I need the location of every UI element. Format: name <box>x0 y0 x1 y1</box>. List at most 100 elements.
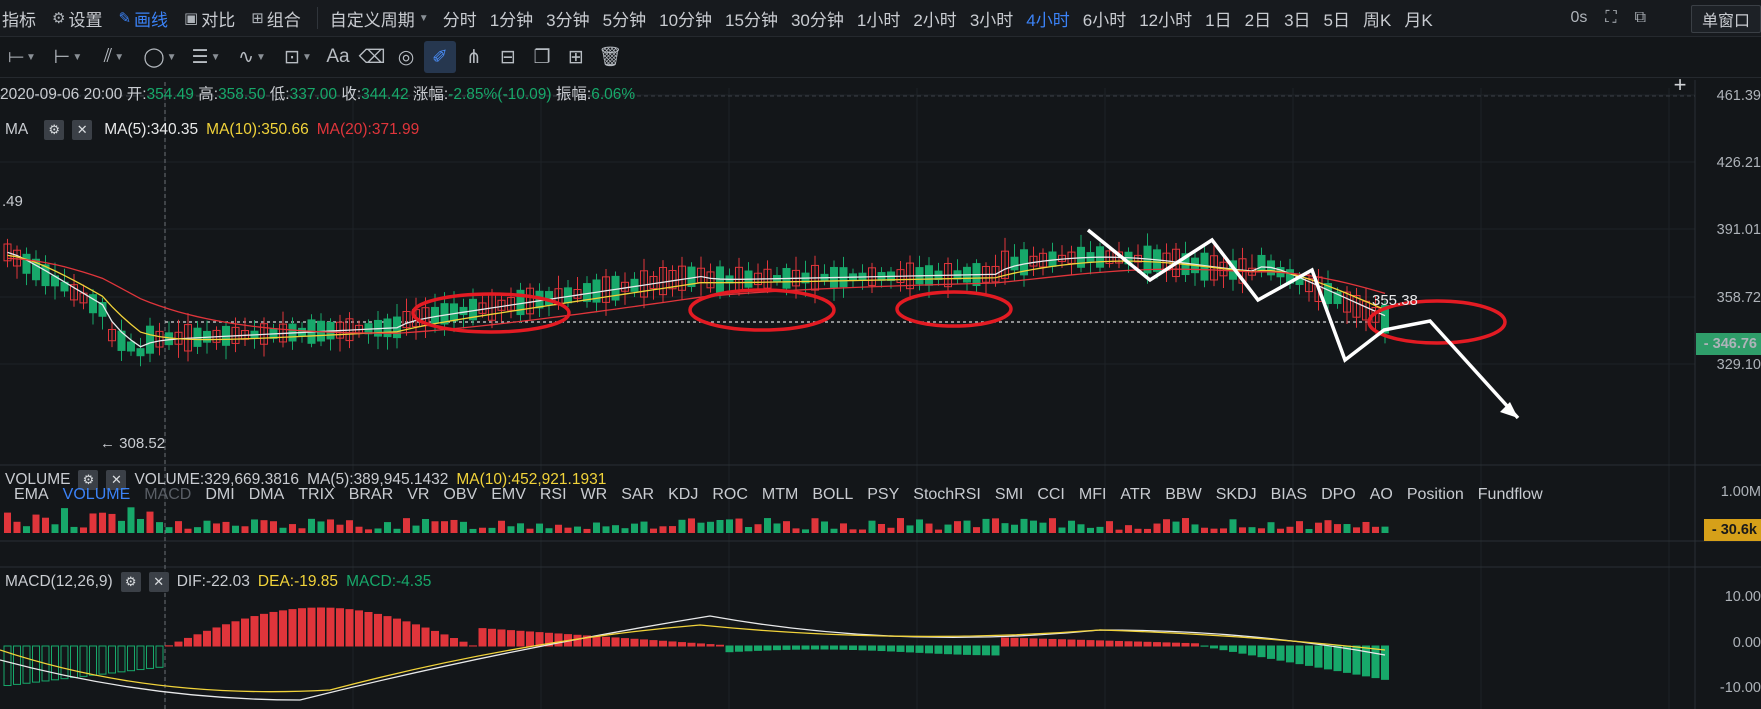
period-tab[interactable]: 4小时 <box>1026 6 1069 31</box>
period-tab[interactable]: 分时 <box>443 6 477 31</box>
macd-bar <box>478 628 487 647</box>
period-tab[interactable]: 5日 <box>1324 6 1350 31</box>
hide-tool[interactable]: ◎ <box>390 41 422 73</box>
period-tab[interactable]: 12小时 <box>1139 6 1192 31</box>
layout-tool[interactable]: ⊞ <box>560 41 592 73</box>
settings-button[interactable]: ⚙ 设置 <box>52 6 102 31</box>
indicator-tab-smi[interactable]: SMI <box>995 486 1023 504</box>
indicator-tab-vr[interactable]: VR <box>407 486 429 504</box>
fib-tool[interactable]: ⫽ ▼ <box>92 41 136 73</box>
chevron-down-icon[interactable]: ▼ <box>302 52 312 63</box>
macd-bar <box>1276 645 1285 661</box>
period-tab[interactable]: 1小时 <box>857 6 900 31</box>
chevron-down-icon[interactable]: ▼ <box>211 52 221 63</box>
indicator-tab-roc[interactable]: ROC <box>712 486 748 504</box>
volume-bar <box>1058 527 1066 533</box>
horizontal-line-tool[interactable]: ⟝ ▼ <box>0 41 44 73</box>
indicator-tab-emv[interactable]: EMV <box>491 486 526 504</box>
indicator-tab-position[interactable]: Position <box>1407 486 1464 504</box>
horizontal-line-icon: ⟝ <box>8 46 24 67</box>
indicator-tab-dmi[interactable]: DMI <box>205 486 234 504</box>
period-tab[interactable]: 1日 <box>1205 6 1231 31</box>
macd-bar <box>716 644 724 647</box>
plus-icon[interactable]: + <box>1667 74 1693 96</box>
macd-bar <box>1324 645 1332 670</box>
chevron-down-icon[interactable]: ▼ <box>256 52 266 63</box>
window-mode-dropdown[interactable]: 单窗口 <box>1690 5 1761 33</box>
indicator-tab-skdj[interactable]: SKDJ <box>1216 486 1257 504</box>
volume-bar <box>1248 527 1256 533</box>
period-tab[interactable]: 2日 <box>1245 6 1271 31</box>
combine-button[interactable]: ⊞ 组合 <box>251 6 301 31</box>
indicator-tab-dpo[interactable]: DPO <box>1321 486 1356 504</box>
macd-bar <box>13 645 21 685</box>
parallel-tool[interactable]: ☰ ▼ <box>184 41 228 73</box>
compare-button[interactable]: ▣ 对比 <box>184 6 235 31</box>
eraser-tool[interactable]: ⌫ <box>356 41 388 73</box>
close-icon[interactable]: ✕ <box>72 120 93 140</box>
volume-bar <box>963 520 971 533</box>
indicator-tab-sar[interactable]: SAR <box>621 486 654 504</box>
candle <box>127 341 135 352</box>
indicator-tab-rsi[interactable]: RSI <box>540 486 567 504</box>
indicator-tab-trix[interactable]: TRIX <box>298 486 334 504</box>
ellipse-tool[interactable]: ◯ ▼ <box>138 41 182 73</box>
text-tool-tool[interactable]: Aa <box>322 41 354 73</box>
draw-line-button[interactable]: ✎ 画线 <box>118 6 168 31</box>
indicator-tab-mtm[interactable]: MTM <box>762 486 798 504</box>
pen-tool[interactable]: ✐ <box>424 41 456 73</box>
copy-tool[interactable]: ❐ <box>526 41 558 73</box>
chevron-down-icon[interactable]: ▼ <box>114 52 124 63</box>
period-tab[interactable]: 月K <box>1404 6 1432 31</box>
close-icon[interactable]: ✕ <box>148 572 169 592</box>
indicator-tab-dma[interactable]: DMA <box>249 486 285 504</box>
ray-line-tool[interactable]: ⊢ ▼ <box>46 41 90 73</box>
indicator-button[interactable]: 指标 <box>2 6 36 31</box>
chevron-down-icon[interactable]: ▼ <box>167 52 177 63</box>
indicator-tab-fundflow[interactable]: Fundflow <box>1478 486 1543 504</box>
indicator-tab-ao[interactable]: AO <box>1370 486 1393 504</box>
magnet-tool[interactable]: ⋔ <box>458 41 490 73</box>
indicator-tab-wr[interactable]: WR <box>581 486 608 504</box>
candle <box>792 269 800 287</box>
wave-tool[interactable]: ∿ ▼ <box>230 41 274 73</box>
custom-period-dropdown[interactable]: 自定义周期 ▼ <box>330 6 429 31</box>
fullscreen-icon[interactable]: ⛶ <box>1605 9 1616 27</box>
period-tab[interactable]: 周K <box>1363 6 1391 31</box>
period-tab[interactable]: 10分钟 <box>659 6 712 31</box>
indicator-tab-bias[interactable]: BIAS <box>1271 486 1307 504</box>
indicator-tab-stochrsi[interactable]: StochRSI <box>913 486 981 504</box>
gear-icon[interactable]: ⚙ <box>44 120 65 140</box>
period-tab[interactable]: 3分钟 <box>546 6 589 31</box>
lock-tool[interactable]: ⊟ <box>492 41 524 73</box>
chevron-down-icon[interactable]: ▼ <box>72 52 82 63</box>
indicator-tab-bbw[interactable]: BBW <box>1165 486 1201 504</box>
indicator-tab-mfi[interactable]: MFI <box>1079 486 1107 504</box>
gear-icon[interactable]: ⚙ <box>120 572 141 592</box>
measure-tool[interactable]: ⊡ ▼ <box>276 41 320 73</box>
indicator-tab-macd[interactable]: MACD <box>144 486 191 504</box>
indicator-tab-kdj[interactable]: KDJ <box>668 486 698 504</box>
macd-bar <box>1020 638 1028 647</box>
trash-tool[interactable]: 🗑 <box>594 41 626 73</box>
pen-icon: ✐ <box>432 46 448 68</box>
chevron-down-icon[interactable]: ▼ <box>26 52 36 63</box>
period-tab[interactable]: 3小时 <box>970 6 1013 31</box>
period-tab[interactable]: 5分钟 <box>603 6 646 31</box>
indicator-tab-volume[interactable]: VOLUME <box>63 486 131 504</box>
period-tab[interactable]: 15分钟 <box>725 6 778 31</box>
period-tab[interactable]: 6小时 <box>1083 6 1126 31</box>
period-tab[interactable]: 2小时 <box>913 6 956 31</box>
indicator-tab-ema[interactable]: EMA <box>14 486 49 504</box>
period-tab[interactable]: 3日 <box>1284 6 1310 31</box>
indicator-tab-obv[interactable]: OBV <box>443 486 477 504</box>
period-tab[interactable]: 30分钟 <box>791 6 844 31</box>
indicator-tab-cci[interactable]: CCI <box>1037 486 1065 504</box>
indicator-tab-brar[interactable]: BRAR <box>349 486 393 504</box>
period-tab[interactable]: 1分钟 <box>490 6 533 31</box>
candle <box>1124 251 1133 265</box>
popout-icon[interactable]: ⧉ <box>1635 9 1646 27</box>
indicator-tab-psy[interactable]: PSY <box>867 486 899 504</box>
indicator-tab-atr[interactable]: ATR <box>1120 486 1151 504</box>
indicator-tab-boll[interactable]: BOLL <box>812 486 853 504</box>
